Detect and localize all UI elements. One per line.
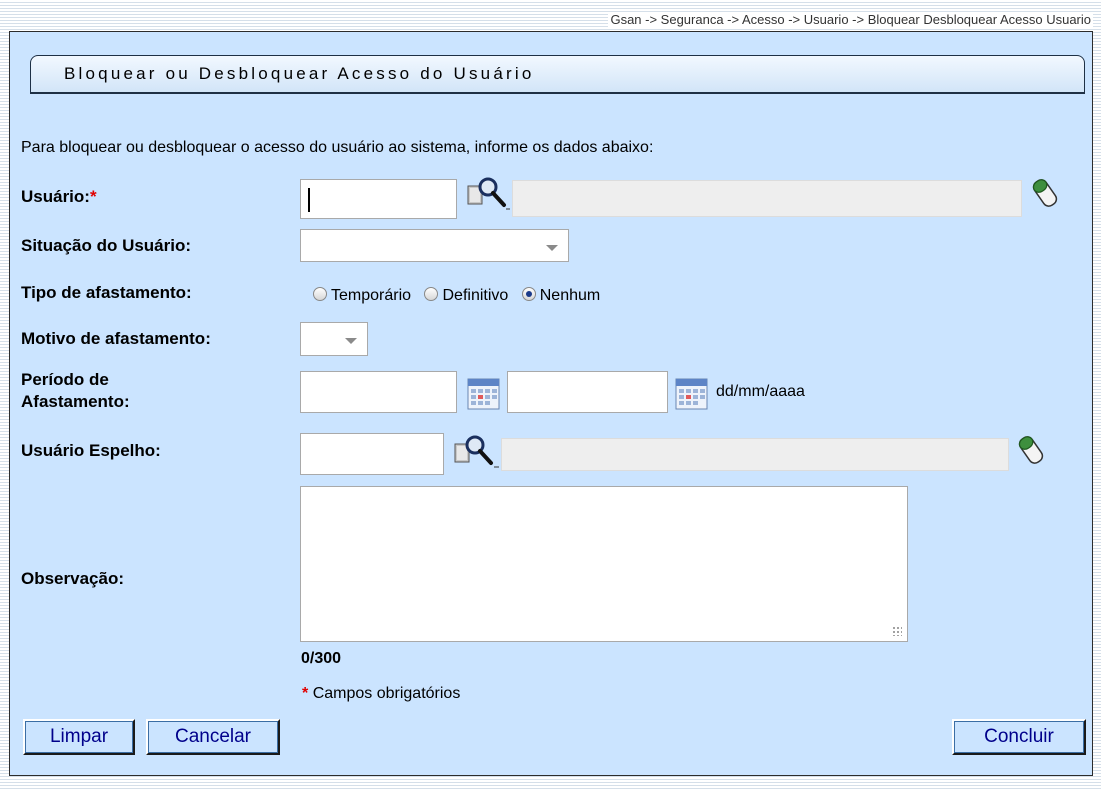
breadcrumb: Gsan -> Seguranca -> Acesso -> Usuario -… bbox=[608, 12, 1093, 27]
observacao-textarea[interactable] bbox=[300, 486, 908, 642]
usuario-espelho-label: Usuário Espelho: bbox=[21, 441, 161, 460]
cancelar-button[interactable]: Cancelar bbox=[146, 719, 280, 755]
espelho-search-icon[interactable] bbox=[453, 434, 499, 468]
calendar-icon[interactable] bbox=[675, 378, 708, 410]
observacao-label: Observação: bbox=[21, 569, 124, 588]
concluir-button[interactable]: Concluir bbox=[952, 719, 1086, 755]
radio-option-nenhum[interactable]: Nenhum bbox=[521, 287, 600, 304]
required-marker: * bbox=[89, 187, 97, 206]
required-note: * Campos obrigatórios bbox=[302, 685, 461, 702]
periodo-inicio-input[interactable] bbox=[300, 371, 457, 413]
resize-handle[interactable] bbox=[892, 626, 902, 636]
radio-temporario[interactable] bbox=[313, 287, 327, 301]
page-title: Bloquear ou Desbloquear Acesso do Usuári… bbox=[64, 64, 535, 83]
text-caret bbox=[308, 188, 310, 212]
usuario-espelho-input[interactable] bbox=[300, 433, 444, 475]
instruction-text: Para bloquear ou desbloquear o acesso do… bbox=[21, 139, 654, 156]
espelho-name-display bbox=[501, 438, 1009, 471]
usuario-eraser-icon[interactable] bbox=[1028, 175, 1062, 211]
panel-title-tab: Bloquear ou Desbloquear Acesso do Usuári… bbox=[30, 55, 1085, 93]
radio-definitivo[interactable] bbox=[424, 287, 439, 301]
tipo-afastamento-group: Temporário Definitivo Nenhum bbox=[313, 287, 609, 305]
limpar-button[interactable]: Limpar bbox=[23, 719, 135, 755]
situacao-select[interactable] bbox=[300, 229, 569, 262]
date-format-hint: dd/mm/aaaa bbox=[716, 383, 805, 400]
usuario-search-icon[interactable] bbox=[466, 176, 510, 210]
chevron-down-icon bbox=[345, 338, 357, 344]
situacao-label: Situação do Usuário: bbox=[21, 236, 192, 255]
motivo-select[interactable] bbox=[300, 322, 368, 356]
periodo-label: Período de Afastamento: bbox=[21, 370, 130, 411]
motivo-afastamento-label: Motivo de afastamento: bbox=[21, 329, 211, 348]
usuario-input[interactable] bbox=[300, 179, 457, 219]
radio-option-definitivo[interactable]: Definitivo bbox=[424, 287, 512, 304]
usuario-name-display bbox=[512, 180, 1022, 217]
usuario-label: Usuário:* bbox=[21, 187, 97, 206]
espelho-eraser-icon[interactable] bbox=[1014, 432, 1048, 468]
chevron-down-icon bbox=[546, 245, 558, 251]
char-counter: 0/300 bbox=[301, 650, 342, 667]
periodo-fim-input[interactable] bbox=[507, 371, 668, 413]
radio-option-temporario[interactable]: Temporário bbox=[313, 287, 415, 304]
tipo-afastamento-label: Tipo de afastamento: bbox=[21, 283, 192, 302]
form-panel: Bloquear ou Desbloquear Acesso do Usuári… bbox=[9, 31, 1093, 776]
radio-nenhum[interactable] bbox=[521, 287, 536, 301]
calendar-icon[interactable] bbox=[467, 378, 500, 410]
